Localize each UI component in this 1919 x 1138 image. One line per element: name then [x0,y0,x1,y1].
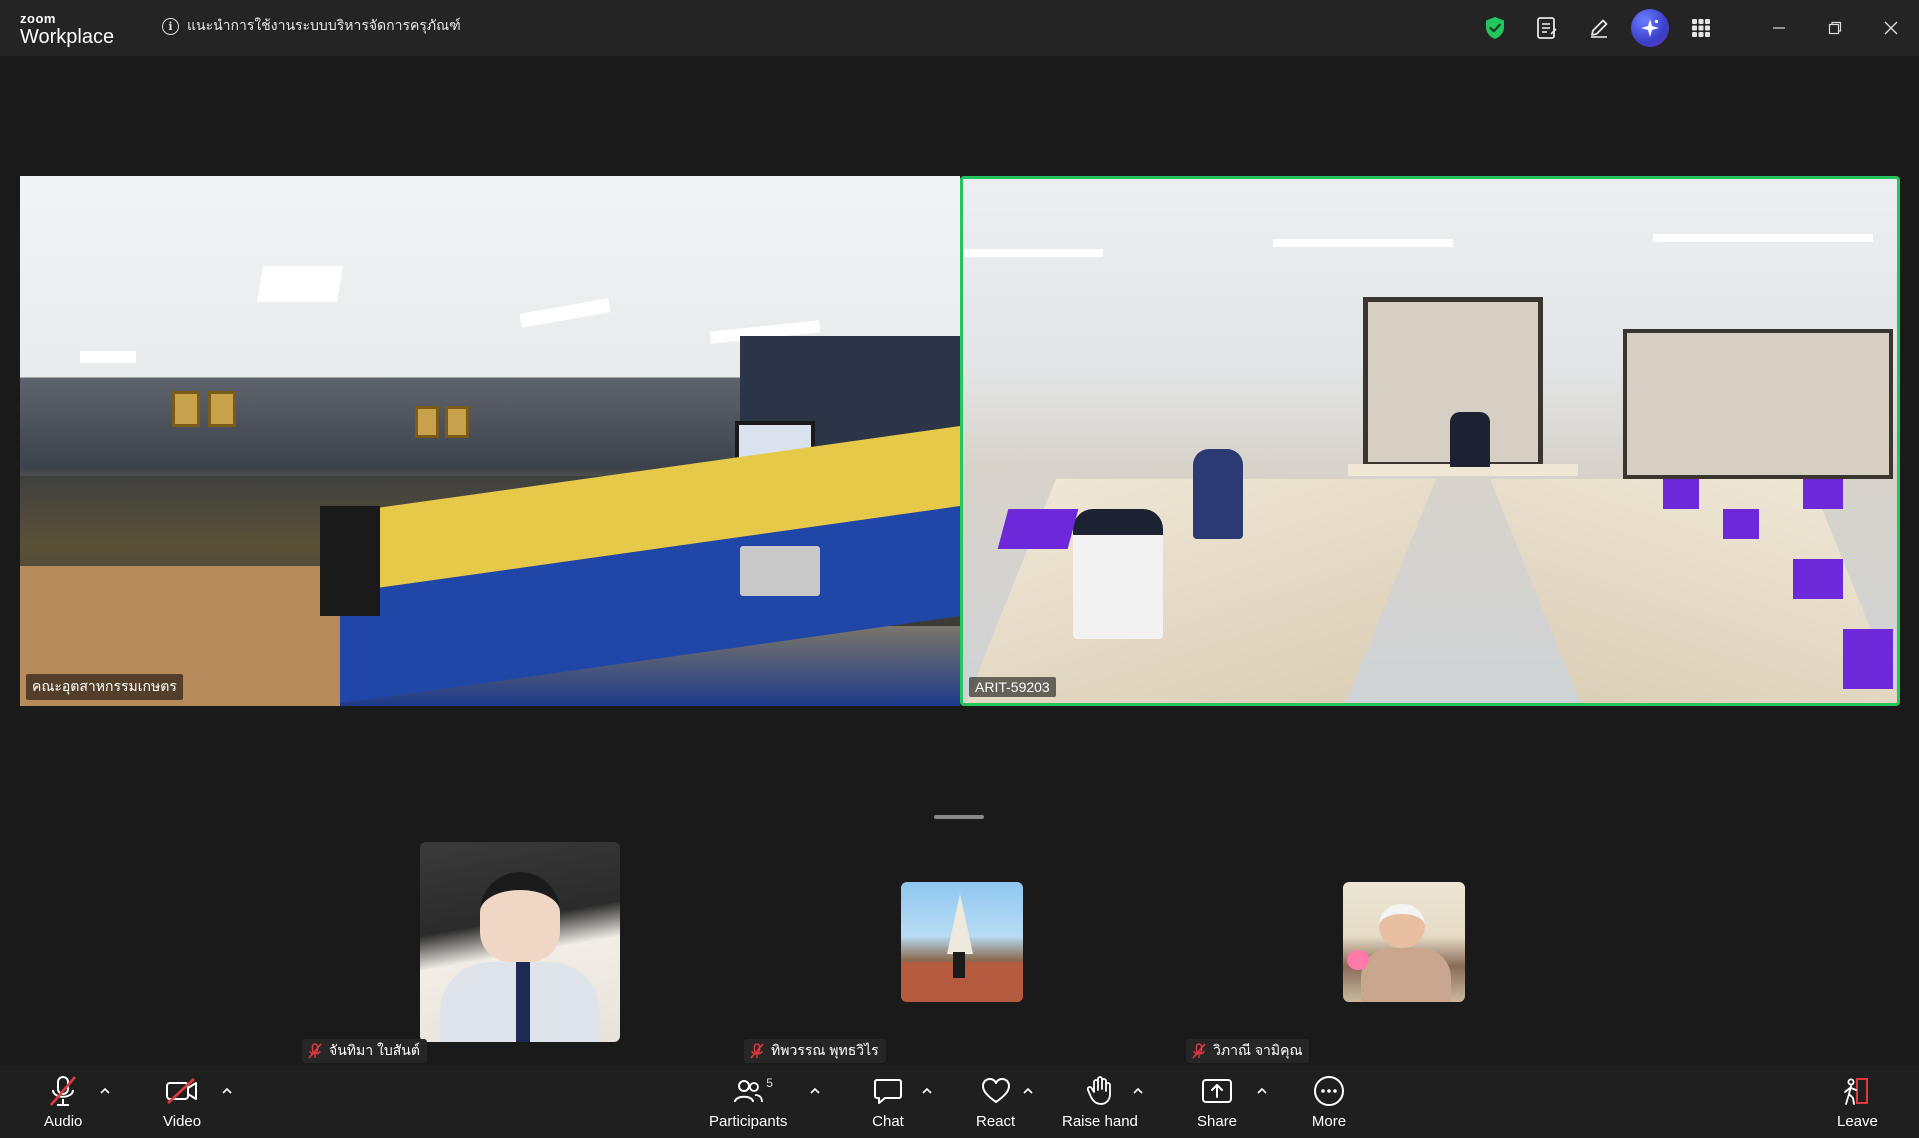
more-label: More [1311,1113,1347,1130]
raise-hand-button[interactable]: Raise hand [1062,1074,1138,1130]
share-button[interactable]: Share [1197,1074,1237,1130]
thumbnail-label-3: วิภาณี จามิคุณ [1186,1039,1310,1063]
notes-icon[interactable] [1527,8,1567,48]
heart-icon [978,1074,1014,1108]
raise-hand-label: Raise hand [1062,1113,1138,1130]
participants-count: 5 [766,1076,773,1090]
title-bar: zoom Workplace i แนะนำการใช้งานระบบบริหา… [0,0,1919,56]
react-label: React [976,1113,1016,1130]
ceiling-light [256,266,344,302]
participants-icon: 5 [730,1074,773,1108]
participant-thumbnail-1[interactable] [420,842,620,1042]
thumbnail-name-2: ทิพวรรณ พุทธวิไร [771,1042,879,1058]
meeting-title: แนะนำการใช้งานระบบบริหารจัดการครุภัณฑ์ [187,17,461,33]
mic-muted-icon [750,1043,764,1059]
title-bar-actions [1463,0,1919,56]
video-options-chevron-up-icon[interactable] [220,1084,234,1098]
wall-portrait [172,391,200,427]
meeting-info[interactable]: i แนะนำการใช้งานระบบบริหารจัดการครุภัณฑ์ [162,15,461,37]
monitor [320,506,380,616]
face [480,872,560,962]
security-shield-icon[interactable] [1475,8,1515,48]
wall-portrait [208,391,236,427]
thumbnail-label-1: จันทิมา ใบสันต์ [302,1039,427,1063]
raise-hand-icon [1082,1074,1118,1108]
video-tile-right-active[interactable]: ARIT-59203 [960,176,1900,706]
share-options-chevron-up-icon[interactable] [1255,1084,1269,1098]
chat-options-chevron-up-icon[interactable] [920,1084,934,1098]
participants-button[interactable]: 5 Participants [709,1074,787,1130]
purple-chair [997,509,1079,549]
purple-chair [1793,559,1843,599]
video-tile-left[interactable]: คณะอุตสาหกรรมเกษตร [20,176,960,706]
participant-name-right: ARIT-59203 [969,677,1056,697]
restore-icon[interactable] [1807,0,1863,56]
chat-bubble-icon [870,1074,906,1108]
purple-chair [1723,509,1759,539]
leave-button[interactable]: Leave [1837,1074,1878,1130]
more-ellipsis-icon [1311,1074,1347,1108]
brand-small: zoom [20,11,56,26]
audio-label: Audio [44,1113,83,1130]
leave-door-icon [1839,1074,1875,1108]
thumbnail-label-2: ทิพวรรณ พุทธวิไร [744,1039,886,1063]
video-off-icon [164,1074,200,1108]
share-screen-icon [1199,1074,1235,1108]
purple-chair [1803,479,1843,509]
mic-muted-icon [45,1074,81,1108]
participants-options-chevron-up-icon[interactable] [808,1084,822,1098]
attendee [1193,449,1243,539]
face [1379,904,1425,948]
ceiling-light [80,351,136,363]
ceiling-light [1273,239,1453,247]
chat-label: Chat [872,1113,904,1130]
raise-hand-options-chevron-up-icon[interactable] [1131,1084,1145,1098]
attendee [1073,509,1163,639]
laptop [740,546,820,596]
brand-large: Workplace [20,26,115,48]
apps-grid-icon[interactable] [1681,8,1721,48]
presenter [1450,412,1490,467]
ceiling-light [519,298,611,328]
stupa [947,894,973,954]
annotate-pen-icon[interactable] [1579,8,1619,48]
participants-label: Participants [709,1113,788,1130]
thumbnail-name-1: จันทิมา ใบสันต์ [329,1042,420,1058]
participant-thumbnail-2[interactable] [901,882,1023,1002]
side-door [1623,329,1893,479]
person [953,952,965,978]
ceiling-light [963,249,1103,257]
audio-options-chevron-up-icon[interactable] [98,1084,112,1098]
minimize-icon[interactable] [1751,0,1807,56]
video-label: Video [163,1113,202,1130]
wall-portrait [415,406,439,438]
shirt [1361,948,1451,1002]
video-button[interactable]: Video [163,1074,201,1130]
shirt-stripe [516,962,530,1042]
participant-name-left: คณะอุตสาหกรรมเกษตร [26,674,183,700]
react-options-chevron-up-icon[interactable] [1021,1084,1035,1098]
more-button[interactable]: More [1311,1074,1347,1130]
mic-muted-icon [1192,1043,1206,1059]
audio-button[interactable]: Audio [44,1074,82,1130]
gallery-resize-handle[interactable] [934,815,984,819]
wall-portrait [445,406,469,438]
zoom-logo: zoom Workplace [20,12,114,47]
purple-chair [1843,629,1893,689]
purple-chair [1663,479,1699,509]
plush-toy [1347,950,1369,970]
participant-thumbnail-3[interactable] [1343,882,1465,1002]
ceiling-light [1653,234,1873,242]
ai-companion-icon[interactable] [1631,9,1669,47]
close-icon[interactable] [1863,0,1919,56]
share-label: Share [1197,1113,1238,1130]
info-icon[interactable]: i [162,17,179,35]
meeting-toolbar: Audio Video 5 Participants Chat React Ra… [0,1066,1919,1138]
react-button[interactable]: React [976,1074,1015,1130]
leave-label: Leave [1837,1113,1878,1130]
mic-muted-icon [308,1043,322,1059]
thumbnail-name-3: วิภาณี จามิคุณ [1213,1042,1303,1058]
chat-button[interactable]: Chat [870,1074,906,1130]
